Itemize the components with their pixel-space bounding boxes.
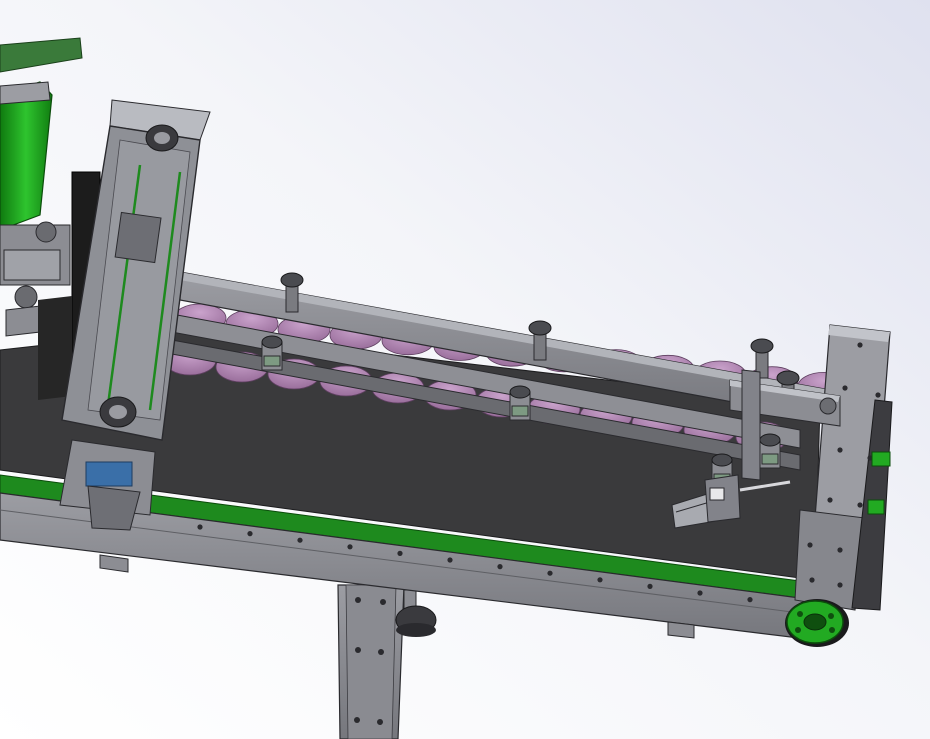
cad-viewport[interactable] (0, 0, 930, 739)
plate-hole (857, 502, 863, 508)
frame-hole (347, 544, 353, 550)
plate-hole (837, 582, 843, 588)
rail-clamp (759, 433, 781, 469)
plate-hole (842, 385, 848, 391)
frame-hole (447, 557, 453, 563)
rail-clamp (261, 335, 283, 371)
plate-hole (837, 547, 843, 553)
plate-hole (827, 497, 833, 503)
plate-hole (807, 542, 813, 548)
frame-hole (747, 597, 753, 603)
frame-hole (697, 590, 703, 596)
assembly-model[interactable] (0, 0, 930, 739)
frame-hole (397, 550, 403, 557)
frame-hole (547, 570, 553, 576)
plate-hole (875, 392, 881, 398)
frame-hole (497, 564, 503, 570)
plate-hole (809, 577, 815, 583)
frame-hole (247, 531, 253, 537)
drive-pulley[interactable] (785, 599, 849, 647)
rail-clamp (509, 385, 531, 421)
plate-hole (837, 447, 843, 453)
frame-hole (647, 583, 653, 590)
frame-hole (297, 537, 303, 543)
frame-hole (197, 524, 203, 530)
frame-hole (597, 577, 603, 583)
plate-hole (857, 342, 863, 348)
